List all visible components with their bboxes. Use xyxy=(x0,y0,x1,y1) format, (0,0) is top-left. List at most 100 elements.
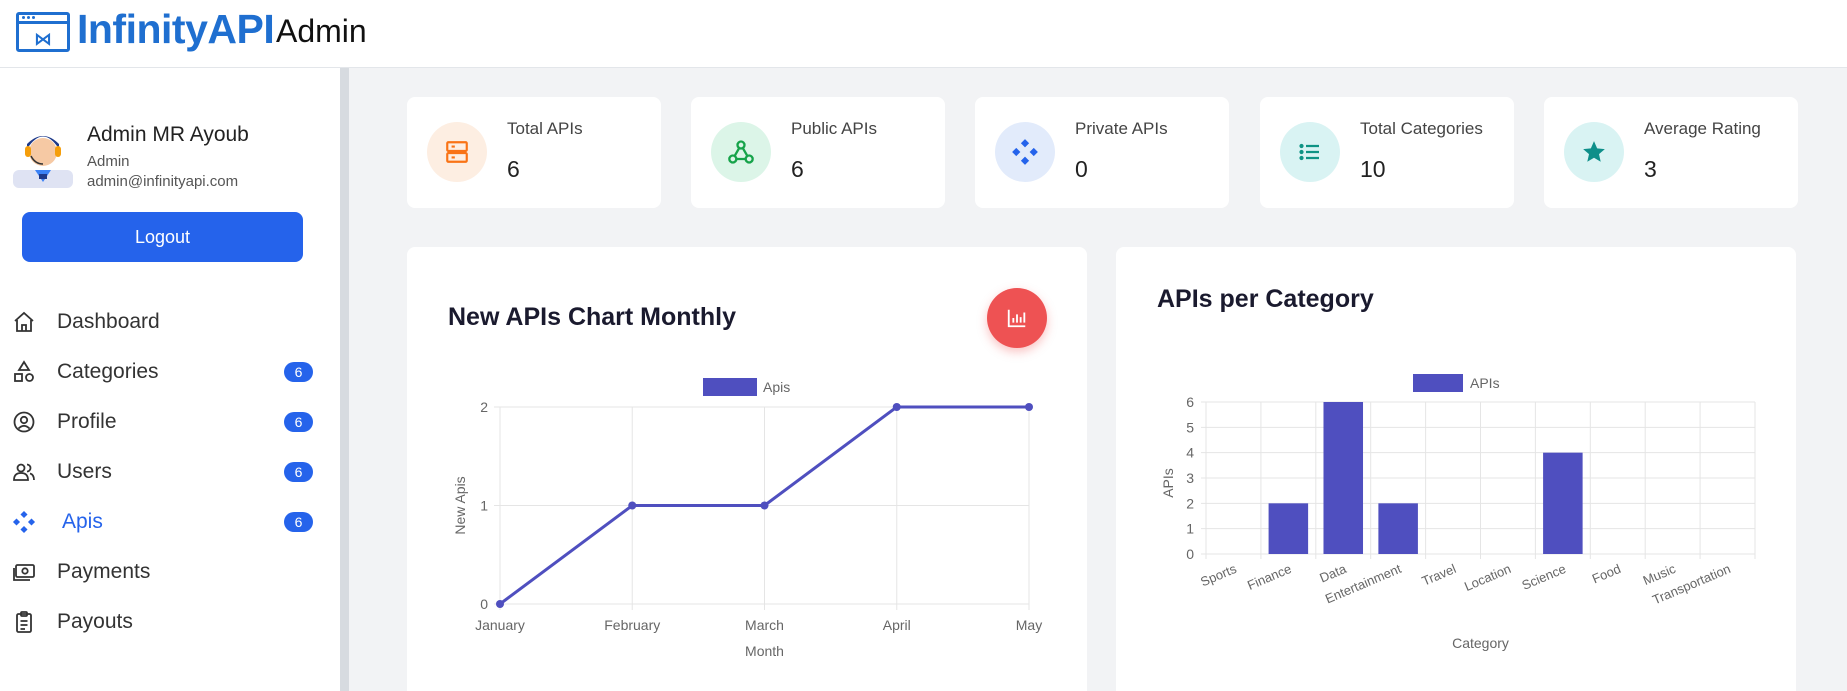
count-badge: 6 xyxy=(284,462,313,482)
data-point xyxy=(760,501,769,510)
logo-icon: ⋈ xyxy=(16,12,70,52)
sidebar-item-label: Apis xyxy=(62,510,103,533)
stat-label: Total APIs xyxy=(507,119,583,138)
y-tick-label: 4 xyxy=(1186,445,1194,461)
sidebar-item-dashboard[interactable]: Dashboard xyxy=(0,299,340,345)
stat-label: Private APIs xyxy=(1075,119,1168,138)
stat-value: 6 xyxy=(791,156,804,182)
stat-card-total-categories: Total Categories 10 xyxy=(1260,97,1514,208)
y-tick-label: 1 xyxy=(1186,521,1194,537)
y-tick-label: 5 xyxy=(1186,419,1194,435)
x-tick-label: Sports xyxy=(1198,561,1239,590)
data-point xyxy=(892,403,901,411)
stat-card-private-apis: Private APIs 0 xyxy=(975,97,1229,208)
count-badge: 6 xyxy=(284,412,313,432)
data-point xyxy=(628,501,637,510)
x-tick-label: January xyxy=(475,617,525,633)
y-tick-label: 2 xyxy=(480,399,488,415)
bar xyxy=(1378,503,1418,554)
avatar xyxy=(13,136,73,188)
sidebar-item-label: Payouts xyxy=(57,610,133,633)
x-tick-label: April xyxy=(883,617,911,633)
stat-value: 6 xyxy=(507,156,520,182)
sidebar-scrollbar[interactable] xyxy=(340,68,349,691)
legend-swatch xyxy=(703,378,757,396)
user-name: Admin MR Ayoub xyxy=(87,123,249,146)
sidebar-item-payments[interactable]: Payments xyxy=(0,549,340,595)
sidebar-item-label: Categories xyxy=(57,360,159,383)
sidebar-item-categories[interactable]: Categories 6 xyxy=(0,349,340,395)
legend-label: APIs xyxy=(1470,375,1500,391)
y-tick-label: 0 xyxy=(480,596,488,612)
bar-chart-title: APIs per Category xyxy=(1157,285,1374,313)
user-email: admin@infinityapi.com xyxy=(87,173,239,190)
stat-label: Average Rating xyxy=(1644,119,1761,138)
header-section-title: Admin xyxy=(276,13,367,49)
stat-card-average-rating: Average Rating 3 xyxy=(1544,97,1798,208)
brand-name[interactable]: InfinityAPI xyxy=(77,6,275,53)
stat-card-total-apis: Total APIs 6 xyxy=(407,97,661,208)
user-circle-icon xyxy=(13,411,35,433)
stat-label: Public APIs xyxy=(791,119,877,138)
users-icon xyxy=(13,463,35,481)
clipboard-icon xyxy=(16,611,32,633)
money-icon xyxy=(13,564,35,581)
chart-fab-button[interactable] xyxy=(987,288,1047,348)
y-axis-title: New Apis xyxy=(452,476,468,534)
y-tick-label: 3 xyxy=(1186,470,1194,486)
bar-chart-icon xyxy=(1007,309,1026,328)
x-tick-label: Data xyxy=(1317,561,1349,586)
x-tick-label: Finance xyxy=(1245,561,1293,593)
stat-value: 10 xyxy=(1360,156,1386,182)
stat-label: Total Categories xyxy=(1360,119,1483,138)
y-axis-title: APIs xyxy=(1160,468,1176,498)
data-point xyxy=(1025,403,1033,411)
sidebar-item-label: Payments xyxy=(57,560,151,583)
count-badge: 6 xyxy=(284,512,313,532)
bar-chart: 0123456Sports Finance DataEntertainment Tra… xyxy=(1160,374,1756,651)
x-tick-label: February xyxy=(604,617,660,633)
x-axis-title: Category xyxy=(1452,635,1509,651)
sidebar-item-label: Profile xyxy=(57,410,117,433)
stat-value: 0 xyxy=(1075,156,1088,182)
sidebar-item-apis[interactable]: Apis 6 xyxy=(0,499,340,545)
list-icon xyxy=(1280,122,1340,182)
x-tick-label: May xyxy=(1016,617,1042,633)
star-icon xyxy=(1564,122,1624,182)
y-tick-label: 1 xyxy=(480,498,488,514)
x-tick-label: March xyxy=(745,617,784,633)
logout-button[interactable]: Logout xyxy=(22,212,303,262)
y-tick-label: 2 xyxy=(1186,495,1194,511)
x-tick-label: Science xyxy=(1520,561,1568,593)
stat-value: 3 xyxy=(1644,156,1657,182)
x-axis-title: Month xyxy=(745,643,784,659)
home-icon xyxy=(14,311,34,332)
user-role: Admin xyxy=(87,153,130,170)
server-icon xyxy=(427,122,487,182)
x-tick-label: Travel xyxy=(1420,561,1459,589)
sidebar-item-profile[interactable]: Profile 6 xyxy=(0,399,340,445)
y-tick-label: 6 xyxy=(1186,394,1194,410)
sidebar-item-label: Dashboard xyxy=(57,310,160,333)
api-diamond-icon xyxy=(12,510,36,534)
shapes-icon xyxy=(14,360,34,382)
bar xyxy=(1323,402,1364,554)
count-badge: 6 xyxy=(284,362,313,382)
bar xyxy=(1268,503,1309,554)
x-tick-label: Location xyxy=(1462,561,1513,594)
data-point xyxy=(496,600,504,608)
x-tick-label: Food xyxy=(1590,561,1623,586)
line-chart: 0 1 2 January February March April May Month New … xyxy=(452,378,1042,659)
legend-label: Apis xyxy=(763,379,790,395)
bar xyxy=(1543,452,1583,554)
y-tick-label: 0 xyxy=(1186,546,1194,562)
sidebar-item-users[interactable]: Users 6 xyxy=(0,449,340,495)
sidebar-item-payouts[interactable]: Payouts xyxy=(0,599,340,645)
line-chart-title: New APIs Chart Monthly xyxy=(448,303,736,331)
webhook-icon xyxy=(711,122,771,182)
legend-swatch xyxy=(1413,374,1463,392)
sidebar-item-label: Users xyxy=(57,460,112,483)
top-header: ⋈ InfinityAPI Admin xyxy=(0,0,1847,68)
api-diamond-icon xyxy=(995,122,1055,182)
stat-card-public-apis: Public APIs 6 xyxy=(691,97,945,208)
